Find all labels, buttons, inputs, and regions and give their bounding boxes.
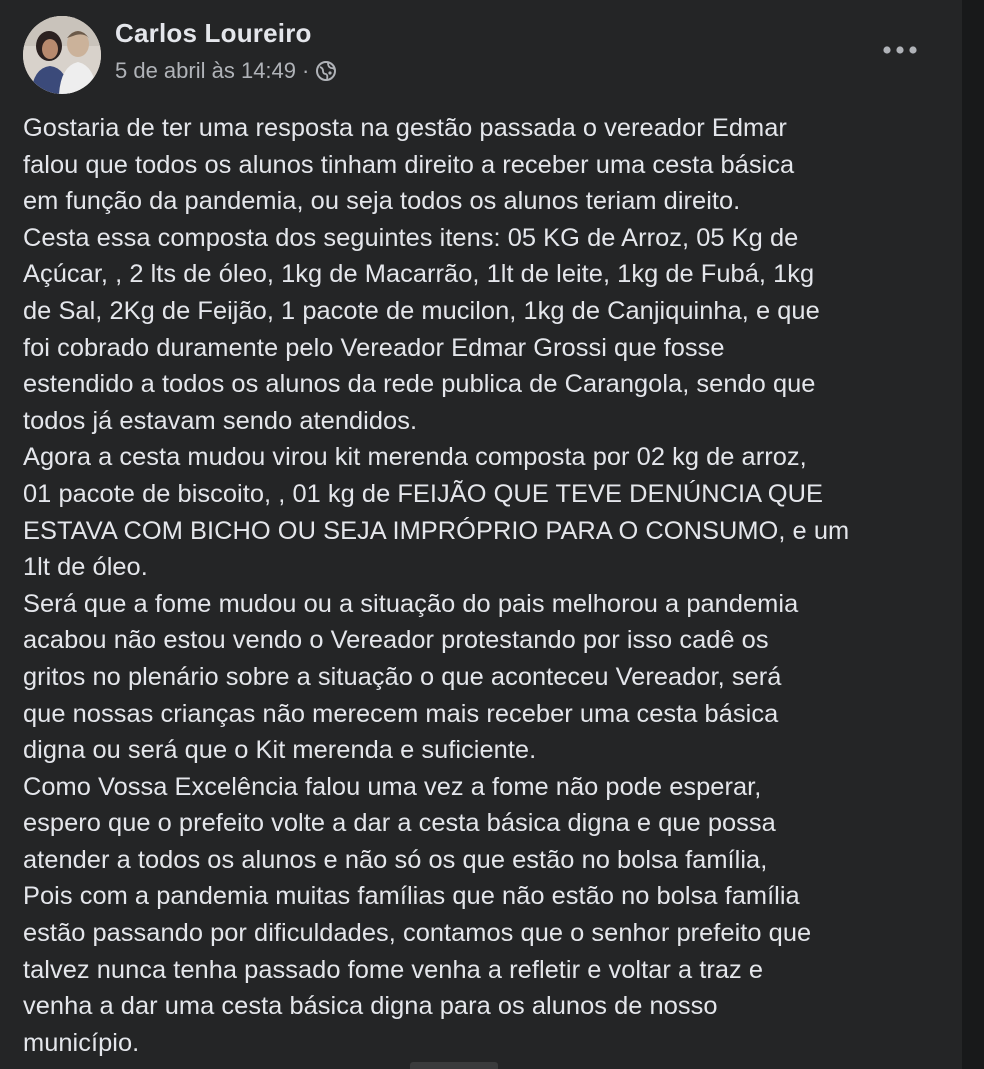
author-name[interactable]: Carlos Loureiro	[115, 18, 312, 49]
globe-icon[interactable]	[315, 60, 337, 82]
post-text-line: estendido a todos os alunos da rede publ…	[23, 370, 816, 399]
post-text-line: estão passando por dificuldades, contamo…	[23, 919, 812, 948]
post-text-line: venha a dar uma cesta básica digna para …	[23, 992, 718, 1021]
post-text-line: 01 pacote de biscoito, , 01 kg de FEIJÃO…	[23, 479, 823, 508]
post-text-line: talvez nunca tenha passado fome venha a …	[23, 955, 764, 984]
post-text-line: Como Vossa Excelência falou uma vez a fo…	[23, 772, 762, 801]
more-options-button[interactable]	[880, 36, 920, 64]
post-text-line: ESTAVA COM BICHO OU SEJA IMPRÓPRIO PARA …	[23, 516, 850, 545]
media-preview-edge	[410, 1062, 498, 1069]
post-text-line: Pois com a pandemia muitas famílias que …	[23, 882, 800, 911]
post-text-line: foi cobrado duramente pelo Vereador Edma…	[23, 333, 725, 362]
avatar-photo	[23, 16, 101, 94]
more-options-icon	[883, 46, 917, 54]
post-text-line: Agora a cesta mudou virou kit merenda co…	[23, 443, 807, 472]
post-timestamp[interactable]: 5 de abril às 14:49	[115, 58, 296, 84]
post-text-line: Açúcar, , 2 lts de óleo, 1kg de Macarrão…	[23, 260, 815, 289]
post-meta: 5 de abril às 14:49 ·	[115, 58, 337, 84]
post-text-line: todos já estavam sendo atendidos.	[23, 406, 418, 435]
post-text-line: município.	[23, 1028, 140, 1057]
post-text-line: atender a todos os alunos e não só os qu…	[23, 845, 768, 874]
post-text-line: espero que o prefeito volte a dar a cest…	[23, 809, 776, 838]
post-text-line: acabou não estou vendo o Vereador protes…	[23, 626, 769, 655]
post-text: Gostaria de ter uma resposta na gestão p…	[23, 110, 943, 1061]
post-text-line: que nossas crianças não merecem mais rec…	[23, 699, 779, 728]
post-card: Carlos Loureiro 5 de abril às 14:49 · Go	[0, 0, 962, 1069]
post-header: Carlos Loureiro 5 de abril às 14:49 ·	[23, 14, 922, 94]
page-scrollbar-track[interactable]	[962, 0, 984, 1069]
post-text-line: 1lt de óleo.	[23, 553, 148, 582]
post-text-line: Cesta essa composta dos seguintes itens:…	[23, 223, 799, 252]
post-text-line: Gostaria de ter uma resposta na gestão p…	[23, 114, 787, 142]
meta-separator: ·	[302, 58, 310, 83]
post-text-line: gritos no plenário sobre a situação o qu…	[23, 662, 782, 691]
avatar[interactable]	[23, 16, 101, 94]
post-text-line: Será que a fome mudou ou a situação do p…	[23, 589, 799, 618]
post-text-line: em função da pandemia, ou seja todos os …	[23, 187, 741, 216]
post-text-line: falou que todos os alunos tinham direito…	[23, 150, 795, 179]
post-text-line: digna ou será que o Kit merenda e sufici…	[23, 736, 537, 765]
post-text-line: de Sal, 2Kg de Feijão, 1 pacote de mucil…	[23, 296, 820, 325]
